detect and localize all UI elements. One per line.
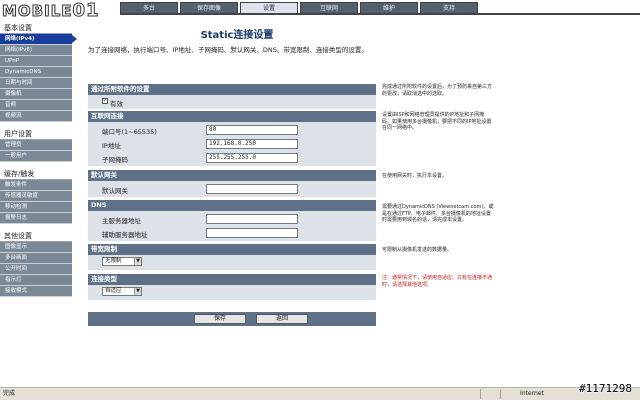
subnet-mask-label: 子网掩码 bbox=[102, 156, 128, 164]
bandwidth-select[interactable]: 无限制 ▼ bbox=[102, 257, 142, 266]
chevron-down-icon: ▼ bbox=[134, 288, 141, 295]
sidebar-item-receive-mode[interactable]: 接收模式 bbox=[0, 286, 72, 297]
subnet-mask-input[interactable]: 255.255.255.0 bbox=[206, 153, 298, 163]
sidebar-item-public-time[interactable]: 公开时间 bbox=[0, 264, 72, 275]
primary-dns-label: 主服务器地址 bbox=[102, 217, 141, 225]
sidebar-item-multi-screen[interactable]: 多台画面 bbox=[0, 253, 72, 264]
sidebar-heading-users: 用户设置 bbox=[0, 128, 72, 140]
chevron-down-icon: ▼ bbox=[134, 258, 141, 265]
sidebar-item-audio[interactable]: 音频 bbox=[0, 100, 72, 111]
back-button[interactable]: 返回 bbox=[256, 314, 308, 324]
top-bar: MOBILE01 多台 保存图像 设置 互联网 维护 支持 bbox=[0, 0, 640, 22]
button-bar: 保存 返回 bbox=[88, 312, 376, 326]
sidebar-item-image-display[interactable]: 图像显示 bbox=[0, 242, 72, 253]
status-bar: 完成 Internet #1171298 bbox=[0, 383, 640, 400]
sidebar-heading-buffer-trigger: 缓存/触发 bbox=[0, 168, 72, 180]
sidebar-heading-basic: 基本设置 bbox=[0, 22, 72, 34]
help-dns: 需要通过DynamicDNS (Viewnetcam.com)、或是在通过FTP… bbox=[382, 204, 494, 224]
help-gateway: 在使用网关时，执行本设置。 bbox=[382, 173, 448, 179]
sidebar-item-alarm-log[interactable]: 报警日志 bbox=[0, 213, 72, 224]
sidebar-item-trigger-conditions[interactable]: 触发条件 bbox=[0, 180, 72, 191]
status-text: 完成 bbox=[3, 390, 16, 397]
sidebar-item-network-ipv6[interactable]: 网络(IPv6) bbox=[0, 45, 72, 56]
section-header-gateway: 默认网关 bbox=[88, 170, 376, 181]
page-intro: 为了连接网络，执行端口号、IP地址、子网掩码、默认网关、DNS、带宽限制、连接类… bbox=[88, 46, 368, 54]
sidebar-item-video-stream[interactable]: 视频流 bbox=[0, 111, 72, 122]
auto-enable-label: 有效 bbox=[110, 100, 123, 108]
save-button[interactable]: 保存 bbox=[194, 314, 246, 324]
sidebar-item-dynamicdns[interactable]: DynamicDNS bbox=[0, 67, 72, 78]
sidebar-item-general-user[interactable]: 一般用户 bbox=[0, 151, 72, 162]
sidebar: 基本设置 网络(IPv4) 网络(IPv6) UPnP DynamicDNS 日… bbox=[0, 22, 77, 384]
help-internet: 设置由ISP和网络管理员提供的IP地址和子网掩码。如果使用多台摄像机，要把不同的… bbox=[382, 112, 492, 132]
main-content: Static连接设置 为了连接网络，执行端口号、IP地址、子网掩码、默认网关、D… bbox=[82, 18, 640, 384]
section-body-bandwidth: 无限制 ▼ bbox=[88, 255, 376, 270]
page-title: Static连接设置 bbox=[200, 30, 274, 41]
section-header-bandwidth: 带宽限制 bbox=[88, 244, 376, 255]
port-label: 端口号(1~65535) bbox=[102, 128, 157, 136]
section-header-connection-type: 连接类型 bbox=[88, 274, 376, 285]
section-header-auto: 通过所附软件的设置 bbox=[88, 84, 376, 95]
sidebar-item-network-ipv4[interactable]: 网络(IPv4) bbox=[0, 34, 77, 45]
port-input[interactable]: 80 bbox=[206, 125, 298, 135]
help-auto: 完成通过所附软件的设置后，为了预防来自第三方的更改，请取消选中的选取。 bbox=[382, 84, 493, 97]
sidebar-item-camera[interactable]: 摄像机 bbox=[0, 89, 72, 100]
connection-type-select[interactable]: 自适应 ▼ bbox=[102, 287, 142, 296]
sidebar-item-indicator[interactable]: 指示灯 bbox=[0, 275, 72, 286]
tab-underline bbox=[120, 13, 640, 15]
help-bandwidth: 可限制从摄像机发送的数据量。 bbox=[382, 247, 453, 253]
watermark-id: #1171298 bbox=[579, 382, 632, 395]
sidebar-item-motion-detection[interactable]: 移动检测 bbox=[0, 202, 72, 213]
section-body-dns: 主服务器地址 辅助服务器地址 bbox=[88, 211, 376, 241]
secondary-dns-label: 辅助服务器地址 bbox=[102, 231, 148, 239]
sidebar-item-date-time[interactable]: 日期与时间 bbox=[0, 78, 72, 89]
sidebar-item-sensor-sensitivity[interactable]: 传感器灵敏度 bbox=[0, 191, 72, 202]
sidebar-item-admin[interactable]: 管理员 bbox=[0, 140, 72, 151]
section-body-internet: 端口号(1~65535) 80 IP地址 192.168.0.250 子网掩码 … bbox=[88, 122, 376, 166]
ip-address-input[interactable]: 192.168.0.250 bbox=[206, 139, 298, 149]
sidebar-item-upnp[interactable]: UPnP bbox=[0, 56, 72, 67]
secondary-dns-input[interactable] bbox=[206, 228, 298, 238]
primary-dns-input[interactable] bbox=[206, 214, 298, 224]
gateway-input[interactable] bbox=[206, 184, 298, 194]
status-zone: Internet bbox=[520, 390, 544, 397]
section-body-auto: ✓ 有效 bbox=[88, 95, 376, 109]
gateway-label: 默认网关 bbox=[102, 187, 128, 195]
section-body-connection-type: 自适应 ▼ bbox=[88, 285, 376, 300]
section-header-dns: DNS bbox=[88, 200, 376, 211]
auto-enable-checkbox[interactable]: ✓ bbox=[102, 98, 108, 104]
help-connection-type: 注：通常情况下，请使用自适应。只有在连接不通时，请选择其他选项。 bbox=[382, 275, 493, 288]
ip-address-label: IP地址 bbox=[102, 142, 121, 150]
section-header-internet: 互联网连接 bbox=[88, 111, 376, 122]
section-body-gateway: 默认网关 bbox=[88, 181, 376, 197]
sidebar-heading-other: 其他设置 bbox=[0, 230, 72, 242]
